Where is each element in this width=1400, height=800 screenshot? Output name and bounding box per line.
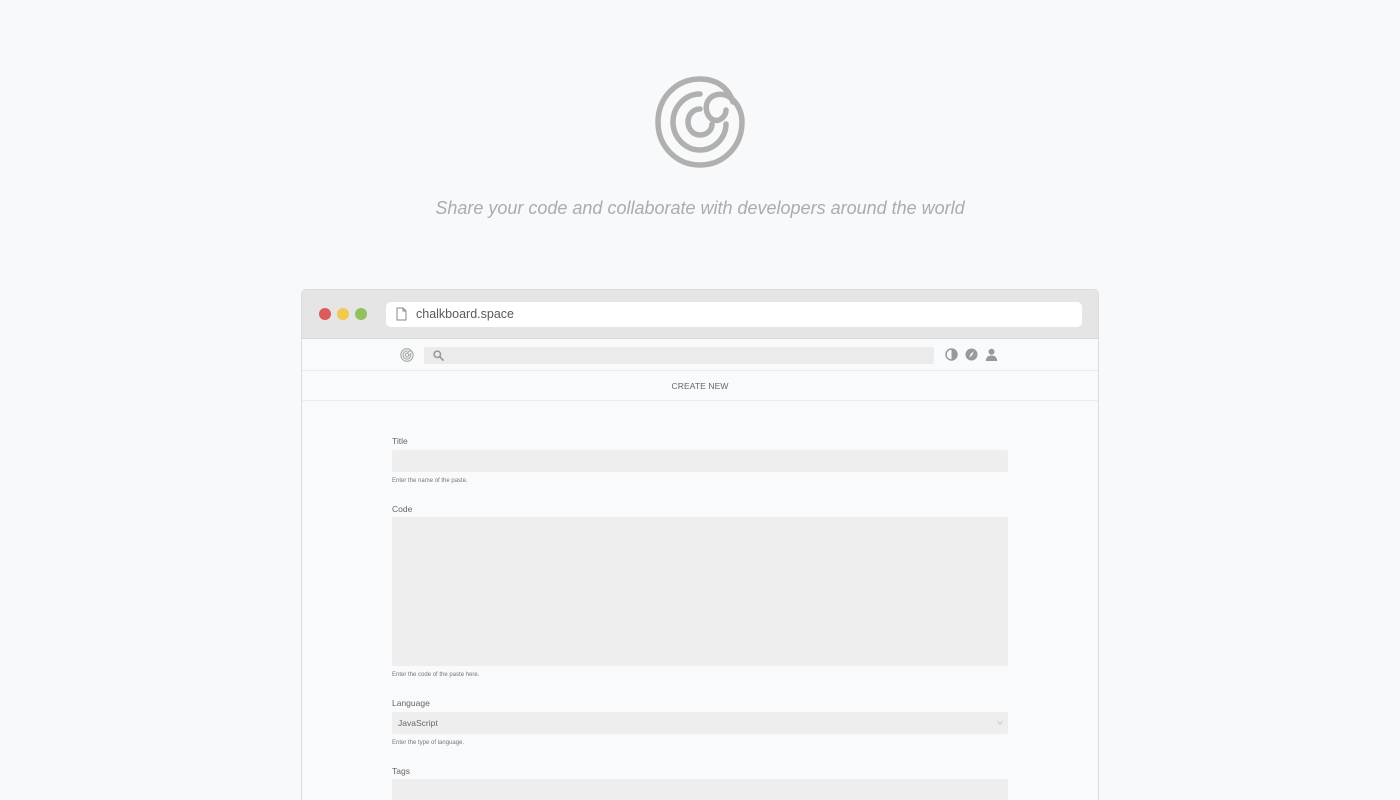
title-input[interactable]: [392, 450, 1008, 472]
app-navbar: [302, 339, 1098, 371]
title-help-text: Enter the name of the paste.: [392, 478, 468, 484]
tags-label: Tags: [392, 766, 410, 776]
address-bar[interactable]: chalkboard.space: [386, 302, 1082, 327]
browser-chrome: chalkboard.space: [302, 290, 1098, 339]
tagline: Share your code and collaborate with dev…: [435, 198, 965, 218]
chalkboard-logo-icon[interactable]: [400, 348, 414, 362]
chalkboard-logo-icon: [655, 76, 745, 168]
code-label: Code: [392, 504, 413, 514]
create-new-link[interactable]: CREATE NEW: [302, 371, 1098, 401]
language-help-text: Enter the type of language.: [392, 740, 465, 746]
language-selected-value: JavaScript: [398, 718, 438, 728]
page: Share your code and collaborate with dev…: [0, 0, 1400, 800]
search-icon: [433, 350, 444, 361]
minimize-window-button[interactable]: [337, 308, 349, 320]
search-input[interactable]: [424, 347, 934, 364]
close-window-button[interactable]: [319, 308, 331, 320]
title-label: Title: [392, 436, 408, 446]
address-url: chalkboard.space: [416, 307, 514, 321]
language-select[interactable]: JavaScript: [392, 712, 1008, 734]
browser-window: chalkboard.space CREATE NEW Title Enter …: [301, 289, 1099, 800]
user-icon[interactable]: [985, 348, 998, 361]
language-label: Language: [392, 698, 430, 708]
maximize-window-button[interactable]: [355, 308, 367, 320]
page-icon: [396, 307, 407, 321]
code-textarea[interactable]: [392, 517, 1008, 666]
chevron-down-icon: [997, 720, 1003, 725]
contrast-icon[interactable]: [945, 348, 958, 361]
compass-icon[interactable]: [965, 348, 978, 361]
tags-input[interactable]: [392, 779, 1008, 800]
code-help-text: Enter the code of the paste here.: [392, 672, 480, 678]
